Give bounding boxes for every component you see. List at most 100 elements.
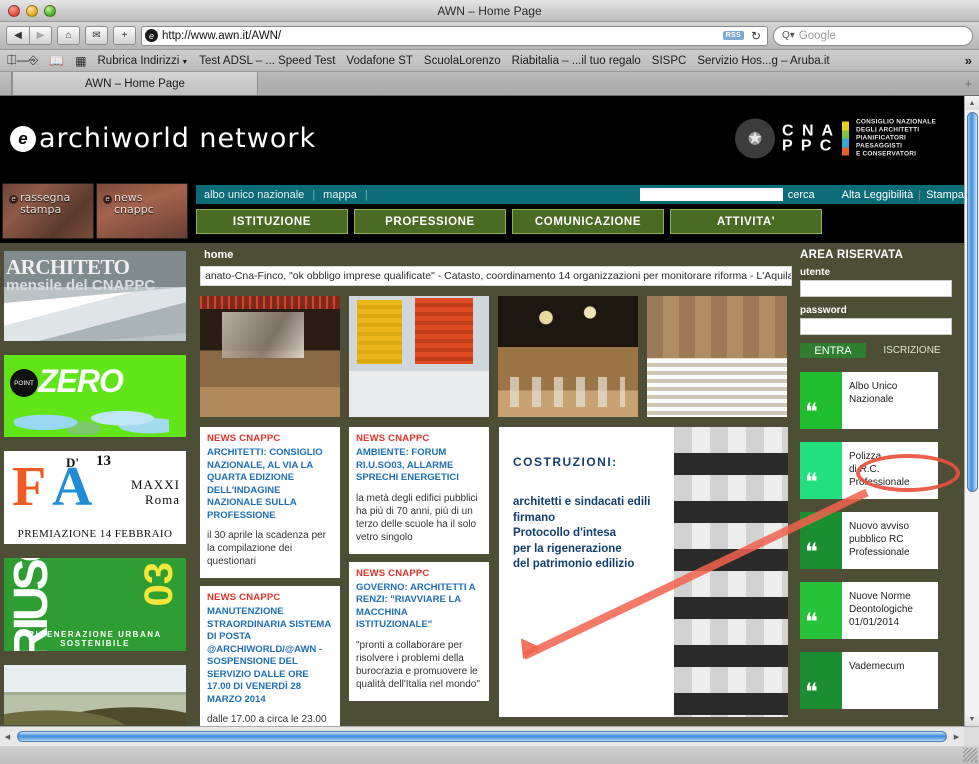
banner-point-zero[interactable]: POINT ZERO xyxy=(4,355,186,437)
bookmarks-bar: ⎅—⎆ 📖 ▦ Rubrica Indirizzi ▼ Test ADSL – .… xyxy=(0,50,979,72)
gallery-photo-3[interactable] xyxy=(498,296,638,417)
scroll-left-icon[interactable]: ◀ xyxy=(0,733,15,741)
promo-news-cnappc[interactable]: e news cnappc xyxy=(96,183,188,239)
news-title[interactable]: GOVERNO: ARCHITETTI A RENZI: "RIAVVIARE … xyxy=(356,582,482,632)
site-search-input[interactable] xyxy=(639,188,783,201)
feature-heading: COSTRUZIONI: xyxy=(513,455,618,469)
subnav-albo-unico-nazionale[interactable]: albo unico nazionale xyxy=(196,189,312,201)
alta-leggibilita-link[interactable]: Alta Leggibilità xyxy=(842,189,914,201)
news-body: il 30 aprile la scadenza per la compilaz… xyxy=(207,530,326,567)
vertical-scroll-thumb[interactable] xyxy=(966,112,978,492)
bookmark-rubrica-indirizzi[interactable]: Rubrica Indirizzi ▼ xyxy=(98,55,189,67)
gallery-photo-1[interactable] xyxy=(200,296,340,417)
address-bar[interactable]: e http://www.awn.it/AWN/ RSS ↻ xyxy=(141,25,768,46)
banner-fad13[interactable]: F D' A 13 MAXXI Roma PREMIAZIONE 14 FEBBR… xyxy=(4,451,186,544)
tab-bar-left-edge xyxy=(0,72,12,95)
feature-article[interactable]: COSTRUZIONI: architetti e sindacati edil… xyxy=(499,427,788,717)
news-title[interactable]: ARCHITETTI: CONSIGLIO NAZIONALE, AL VIA … xyxy=(207,447,333,522)
quick-link-nuove-norme-deontologiche[interactable]: ❝ Nuove Norme Deontologiche 01/01/2014 xyxy=(800,582,938,639)
cnappc-desc-line: DEGLI ARCHITETTI xyxy=(856,126,920,134)
news-title[interactable]: AMBIENTE: FORUM RI.U.SO03, ALLARME SPREC… xyxy=(356,447,482,485)
new-tab-icon[interactable]: + xyxy=(964,76,972,91)
promo-label: e rassegna stampa xyxy=(9,192,70,216)
breadcrumb[interactable]: home xyxy=(190,247,792,266)
site-search-button[interactable]: cerca xyxy=(783,189,820,201)
nav-istituzione[interactable]: ISTITUZIONE xyxy=(196,209,348,234)
news-ticker[interactable]: anato-Cna-Finco, "ok obbligo imprese qua… xyxy=(200,266,792,286)
horizontal-scrollbar[interactable]: ◀ ▶ xyxy=(0,726,979,746)
quick-link-albo-unico-nazionale[interactable]: ❝ Albo Unico Nazionale xyxy=(800,372,938,429)
url-text[interactable]: http://www.awn.it/AWN/ xyxy=(162,30,719,42)
bookmark-servizio-hosting-aruba[interactable]: Servizio Hos...g – Aruba.it xyxy=(697,55,829,67)
scroll-up-icon[interactable]: ▲ xyxy=(965,96,979,110)
password-input[interactable] xyxy=(800,318,952,335)
bookmark-riabitalia[interactable]: Riabitalia – ...il tuo regalo xyxy=(512,55,641,67)
iscrizione-button[interactable]: ISCRIZIONE xyxy=(872,343,952,358)
site-logo[interactable]: e archiworld network xyxy=(10,123,316,154)
cnappc-desc-line: PAESAGGISTI xyxy=(856,142,903,150)
bookmarks-overflow-icon[interactable]: » xyxy=(965,53,972,68)
gallery-photo-2[interactable] xyxy=(349,296,489,417)
bookmark-vodafone-st[interactable]: Vodafone ST xyxy=(346,55,413,67)
quick-link-polizza-rc-professionale[interactable]: ❝ Polizza di R.C. Professionale xyxy=(800,442,938,499)
glasses-icon[interactable]: ⎅—⎆ xyxy=(7,53,38,68)
site-body: ARCHITETO mensile del CNAPPC POINT ZERO … xyxy=(0,243,964,726)
banner-landscape-art xyxy=(4,695,186,725)
back-button[interactable]: ◀ xyxy=(6,26,29,45)
quote-icon: ❝ xyxy=(800,372,842,429)
reload-icon[interactable]: ↻ xyxy=(748,29,764,43)
news-body: "pronti a collaborare per risolvere i pr… xyxy=(356,639,480,690)
site-favicon-icon: e xyxy=(145,29,158,42)
banner-fad13-year: 13 xyxy=(96,453,111,469)
navigation-strip: e rassegna stampa e news cnappc albo unico… xyxy=(0,181,964,243)
feature-body: architetti e sindacati edili firmano Pro… xyxy=(513,496,651,570)
banner-architetto[interactable]: ARCHITETO mensile del CNAPPC xyxy=(4,251,186,341)
utility-links: Alta Leggibilità | Stampa xyxy=(820,189,964,201)
stampa-link[interactable]: Stampa xyxy=(926,189,964,201)
quick-link-vademecum[interactable]: ❝ Vademecum xyxy=(800,652,938,709)
nav-professione[interactable]: PROFESSIONE xyxy=(354,209,506,234)
forward-button[interactable]: ▶ xyxy=(29,26,52,45)
banner-landscape[interactable] xyxy=(4,665,186,725)
mail-icon[interactable]: ✉ xyxy=(85,26,108,45)
entra-button[interactable]: ENTRA xyxy=(800,343,866,358)
utente-input[interactable] xyxy=(800,280,952,297)
quote-icon: ❝ xyxy=(800,512,842,569)
tab-awn-home-page[interactable]: AWN – Home Page xyxy=(12,72,258,95)
news-card[interactable]: NEWS CNAPPC ARCHITETTI: CONSIGLIO NAZION… xyxy=(200,427,340,578)
home-icon[interactable]: ⌂ xyxy=(57,26,80,45)
window-title: AWN – Home Page xyxy=(437,3,542,18)
bookmark-sispc[interactable]: SISPC xyxy=(652,55,687,67)
nav-attivita[interactable]: ATTIVITA' xyxy=(670,209,822,234)
add-bookmark-icon[interactable]: + xyxy=(113,26,136,45)
cnappc-logo: C N A P P C CONSIGLIO NAZIONALE DEGLI AR… xyxy=(735,118,936,159)
nav-comunicazione[interactable]: COMUNICAZIONE xyxy=(512,209,664,234)
book-icon[interactable]: 📖 xyxy=(49,54,64,68)
bookmark-scuolalorenzo[interactable]: ScuolaLorenzo xyxy=(424,55,501,67)
banner-riuso03[interactable]: RIUSO 03 RIGENERAZIONE URBANA SOSTENIBIL… xyxy=(4,558,186,651)
utente-label: utente xyxy=(800,267,830,278)
bookmark-test-adsl[interactable]: Test ADSL – ... Speed Test xyxy=(199,55,335,67)
scroll-down-icon[interactable]: ▼ xyxy=(965,712,979,726)
scroll-right-icon[interactable]: ▶ xyxy=(949,733,964,741)
cnappc-color-bar-icon xyxy=(842,121,849,156)
resize-grip[interactable] xyxy=(963,748,977,762)
news-card[interactable]: NEWS CNAPPC AMBIENTE: FORUM RI.U.SO03, A… xyxy=(349,427,489,554)
grid-icon[interactable]: ▦ xyxy=(75,54,86,68)
status-bar xyxy=(0,746,979,764)
news-card[interactable]: NEWS CNAPPC MANUTENZIONE STRAORDINARIA S… xyxy=(200,586,340,726)
quick-link-nuovo-avviso-pubblico-rc[interactable]: ❝ Nuovo avviso pubblico RC Professionale xyxy=(800,512,938,569)
rss-icon[interactable]: RSS xyxy=(722,31,744,40)
feature-text: COSTRUZIONI: architetti e sindacati edil… xyxy=(499,427,674,717)
vertical-scrollbar[interactable]: ▲ ▼ xyxy=(964,96,979,726)
horizontal-scroll-thumb[interactable] xyxy=(17,731,947,742)
subnav-mappa[interactable]: mappa xyxy=(315,189,365,201)
gallery-photo-4[interactable] xyxy=(647,296,787,417)
quick-link-label: Albo Unico Nazionale xyxy=(849,381,898,405)
news-title[interactable]: MANUTENZIONE STRAORDINARIA SISTEMA DI PO… xyxy=(207,606,333,706)
browser-search-field[interactable]: Q▾ Google xyxy=(773,25,973,46)
quote-icon: ❝ xyxy=(800,652,842,709)
promo-rassegna-stampa[interactable]: e rassegna stampa xyxy=(2,183,94,239)
news-card[interactable]: NEWS CNAPPC GOVERNO: ARCHITETTI A RENZI:… xyxy=(349,561,489,701)
quote-icon: ❝ xyxy=(800,442,842,499)
